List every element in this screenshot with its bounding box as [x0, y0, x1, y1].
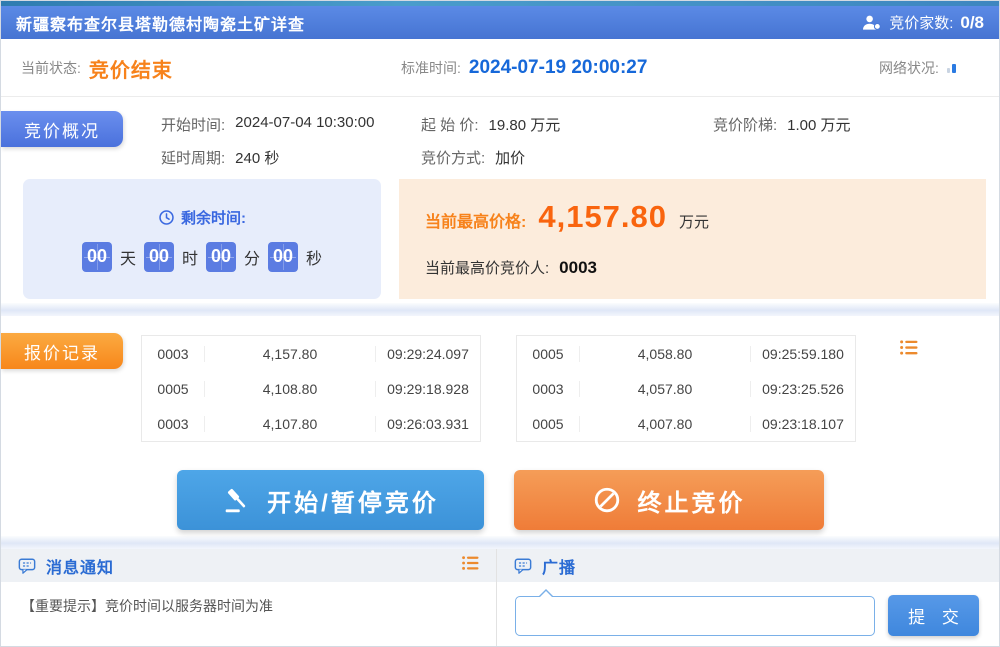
notice-message: 【重要提示】竞价时间以服务器时间为准 — [1, 582, 496, 616]
bid-table-left: 0003 4,157.80 09:29:24.097 0005 4,108.80… — [141, 335, 481, 442]
users-icon — [861, 14, 882, 31]
terminate-bid-label: 终止竞价 — [638, 483, 746, 518]
bid-mode-field: 竞价方式: 加价 — [421, 147, 525, 168]
bid-records-list-icon[interactable] — [899, 339, 919, 361]
bid-table-right: 0005 4,058.80 09:25:59.180 0003 4,057.80… — [516, 335, 856, 442]
highest-bidder-label: 当前最高价竞价人: — [425, 257, 549, 278]
hours-value: 00 — [144, 242, 174, 272]
table-row: 0005 4,058.80 09:25:59.180 — [517, 336, 855, 371]
message-notice-panel: 消息通知 【重要提示】竞价时间以服务器时间为准 — [1, 549, 497, 646]
bid-records-section: 报价记录 0003 4,157.80 09:29:24.097 0005 4,1… — [1, 316, 999, 457]
page-title: 新疆察布查尔县塔勒德村陶瓷土矿详查 — [16, 11, 305, 35]
message-notice-header: 消息通知 — [1, 549, 496, 582]
panels-row: 剩余时间: 00 天 00 时 00 分 00 秒 当前最高价格: 4,157.… — [1, 177, 999, 303]
status-value: 竞价结束 — [89, 54, 173, 83]
days-value: 00 — [82, 242, 112, 272]
delay-period-field: 延时周期: 240 秒 — [161, 147, 279, 168]
hour-unit: 时 — [182, 245, 198, 269]
notice-list-icon[interactable] — [461, 555, 480, 576]
title-bar: 新疆察布查尔县塔勒德村陶瓷土矿详查 竞价家数: 0/8 — [1, 6, 999, 39]
bid-increment-field: 竞价阶梯: 1.00 万元 — [713, 114, 851, 135]
bidders-label: 竞价家数: — [889, 12, 953, 33]
bottom-section: 消息通知 【重要提示】竞价时间以服务器时间为准 — [1, 549, 999, 646]
start-time-field: 开始时间: 2024-07-04 10:30:00 — [161, 114, 374, 135]
standard-time-group: 标准时间: 2024-07-19 20:00:27 — [401, 39, 647, 97]
section-divider — [1, 303, 999, 316]
prohibition-icon — [592, 485, 622, 515]
table-row: 0003 4,057.80 09:23:25.526 — [517, 371, 855, 406]
chat-bubble-icon — [17, 557, 37, 575]
minutes-value: 00 — [206, 242, 236, 272]
broadcast-title: 广播 — [542, 554, 576, 578]
status-bar: 当前状态: 竞价结束 标准时间: 2024-07-19 20:00:27 网络状… — [1, 39, 999, 97]
highest-price-value: 4,157.80 — [538, 199, 667, 235]
message-notice-title: 消息通知 — [46, 554, 114, 578]
network-status-group: 网络状况: — [879, 39, 956, 97]
table-row: 0003 4,107.80 09:26:03.931 — [142, 406, 480, 441]
start-price-field: 起 始 价: 19.80 万元 — [421, 114, 560, 135]
bidders-count-group: 竞价家数: 0/8 — [861, 12, 984, 33]
highest-bidder-value: 0003 — [559, 258, 597, 278]
broadcast-panel: 广播 提 交 — [497, 549, 999, 646]
remaining-time-panel: 剩余时间: 00 天 00 时 00 分 00 秒 — [23, 179, 381, 299]
time-value: 2024-07-19 20:00:27 — [469, 57, 648, 79]
action-buttons-row: 开始/暂停竞价 终止竞价 — [1, 464, 999, 536]
day-unit: 天 — [120, 245, 136, 269]
gavel-icon — [221, 485, 251, 515]
auction-overview-section: 竞价概况 开始时间: 2024-07-04 10:30:00 起 始 价: 19… — [1, 97, 999, 177]
remaining-time-label: 剩余时间: — [181, 207, 246, 228]
second-unit: 秒 — [306, 245, 322, 269]
broadcast-body: 提 交 — [497, 582, 999, 636]
auction-page: 新疆察布查尔县塔勒德村陶瓷土矿详查 竞价家数: 0/8 当前状态: 竞价结束 标… — [0, 0, 1000, 647]
highest-price-label: 当前最高价格: — [425, 208, 526, 232]
countdown-digits: 00 天 00 时 00 分 00 秒 — [82, 242, 322, 272]
table-row: 0003 4,157.80 09:29:24.097 — [142, 336, 480, 371]
highest-price-unit: 万元 — [679, 211, 709, 232]
remaining-time-title: 剩余时间: — [158, 207, 246, 228]
table-row: 0005 4,108.80 09:29:18.928 — [142, 371, 480, 406]
clock-icon — [158, 209, 175, 226]
start-pause-bid-label: 开始/暂停竞价 — [267, 483, 439, 518]
time-label: 标准时间: — [401, 58, 461, 78]
terminate-bid-button[interactable]: 终止竞价 — [514, 470, 824, 530]
broadcast-input-wrap — [515, 596, 875, 636]
seconds-value: 00 — [268, 242, 298, 272]
bidders-count: 0/8 — [960, 13, 984, 33]
section-divider — [1, 536, 999, 549]
bid-records-pill: 报价记录 — [1, 333, 123, 369]
current-status-group: 当前状态: 竞价结束 — [21, 39, 173, 97]
status-label: 当前状态: — [21, 58, 81, 78]
start-pause-bid-button[interactable]: 开始/暂停竞价 — [177, 470, 484, 530]
table-row: 0005 4,007.80 09:23:18.107 — [517, 406, 855, 441]
overview-section-pill: 竞价概况 — [1, 111, 123, 147]
network-label: 网络状况: — [879, 58, 939, 78]
submit-button[interactable]: 提 交 — [888, 595, 979, 636]
chat-bubble-icon — [513, 557, 533, 575]
highest-bidder-line: 当前最高价竞价人: 0003 — [425, 257, 986, 278]
highest-price-panel: 当前最高价格: 4,157.80 万元 当前最高价竞价人: 0003 — [399, 179, 986, 299]
broadcast-header: 广播 — [497, 549, 999, 582]
network-signal-icon — [947, 63, 956, 73]
highest-price-line: 当前最高价格: 4,157.80 万元 — [425, 199, 986, 235]
broadcast-input[interactable] — [515, 596, 875, 636]
minute-unit: 分 — [244, 245, 260, 269]
